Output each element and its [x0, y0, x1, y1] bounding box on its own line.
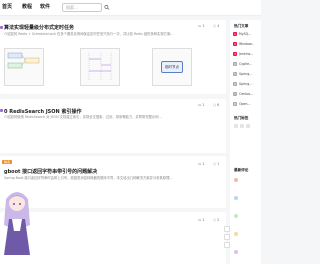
like-value: 1: [217, 162, 220, 166]
tag-chip[interactable]: [234, 124, 238, 128]
comment-count: ▭ 1: [198, 162, 205, 166]
diagram-node-label: 临时节点: [161, 61, 183, 73]
rank-badge: 3: [233, 52, 237, 56]
hot-post-item[interactable]: 4 Cyphe...: [233, 62, 252, 66]
comment-value: 1: [202, 24, 205, 28]
hot-post-item[interactable]: 3 Jenkins...: [233, 52, 253, 56]
like-value: 6: [217, 103, 220, 107]
hot-post-label: MySQ...: [239, 32, 252, 36]
share-button[interactable]: [224, 226, 230, 232]
post-summary: Spring Boot 接口返回字符串时会带上引号，原因是消息转换器的顺序不同，…: [4, 176, 173, 180]
rank-badge: 5: [233, 72, 237, 76]
hot-post-label: Centos...: [239, 92, 254, 96]
rank-badge: 6: [233, 82, 237, 86]
post-summary: 介绍如何 Redis + SchedulerLock 在多个服务实例间保证定时任…: [4, 32, 174, 36]
comment-count: ▭ 1: [198, 103, 205, 107]
post-title[interactable]: gboot 接口返回字符串带引号的问题解决: [4, 168, 97, 175]
hot-post-label: Open...: [239, 102, 251, 106]
hot-post-item[interactable]: 2 Window...: [233, 42, 254, 46]
post-tag: [0, 26, 3, 29]
comment-value: 1: [202, 218, 205, 222]
avatar: [234, 178, 238, 182]
rank-badge: 7: [233, 92, 237, 96]
like-value: 4: [217, 24, 220, 28]
like-value: 2: [217, 218, 220, 222]
nav-software[interactable]: 软件: [40, 3, 50, 10]
top-navigation: 首页 教程 软件 搜索...: [0, 0, 261, 16]
avatar: [234, 250, 238, 254]
search-placeholder: 搜索...: [66, 5, 78, 10]
like-count: ○ 2: [213, 218, 219, 222]
avatar: [234, 214, 238, 218]
hot-post-label: Spring...: [239, 82, 253, 86]
comment-count: ▭ 1: [198, 24, 205, 28]
hot-post-label: Cyphe...: [239, 62, 253, 66]
post-summary: 介绍如何使用 RedisSearch 对 JSON 文档建立索引，实现全文搜索、…: [4, 115, 162, 119]
sequence-diagram: [88, 53, 112, 81]
rank-badge: 1: [233, 32, 237, 36]
hot-post-label: Spring...: [239, 72, 253, 76]
rank-badge: 8: [233, 102, 237, 106]
comment-value: 1: [202, 162, 205, 166]
diagram-thumbnail: [4, 48, 44, 86]
rank-badge: 2: [233, 42, 237, 46]
flow-diagram: [7, 52, 40, 69]
nav-tutorials[interactable]: 教程: [22, 3, 32, 10]
comment-value: 1: [202, 103, 205, 107]
post-card[interactable]: 0 RedisSearch JSON 索引操作 ▭ 1 ○ 6 介绍如何使用 R…: [0, 99, 226, 153]
hot-post-label: Jenkins...: [239, 52, 254, 56]
like-count: ○ 4: [213, 24, 219, 28]
search-input[interactable]: 搜索...: [62, 3, 102, 12]
hot-post-item[interactable]: 6 Spring...: [233, 82, 252, 86]
hot-post-item[interactable]: 8 Open...: [233, 102, 251, 106]
search-icon[interactable]: [104, 3, 110, 12]
avatar: [234, 196, 238, 200]
sidebar: 热门文章 1 MySQ... 2 Window... 3 Jenkins... 4 Cy…: [230, 20, 261, 264]
sequence-thumbnail: [80, 48, 120, 86]
post-title[interactable]: 算法实现轻量级分布式定时任务: [4, 24, 74, 31]
post-title[interactable]: 0 RedisSearch JSON 索引操作: [4, 108, 81, 115]
node-thumbnail: 临时节点: [152, 48, 192, 86]
hot-post-item[interactable]: 5 Spring...: [233, 72, 252, 76]
like-count: ○ 1: [213, 162, 219, 166]
avatar: [234, 232, 238, 236]
post-card[interactable]: 算法实现轻量级分布式定时任务 ▭ 1 ○ 4 介绍如何 Redis + Sche…: [0, 20, 226, 94]
like-count: ○ 6: [213, 103, 219, 107]
tag-chip[interactable]: [240, 124, 244, 128]
mascot-illustration: [4, 192, 30, 255]
sidebar-heading-tags: 热门标签: [234, 116, 249, 120]
comment-count: ▭ 1: [198, 218, 205, 222]
nav-home[interactable]: 首页: [2, 3, 12, 10]
hot-post-label: Window...: [239, 42, 255, 46]
rank-badge: 4: [233, 62, 237, 66]
post-tag: [0, 109, 3, 112]
featured-badge: 精选: [2, 160, 13, 164]
tag-chip[interactable]: [246, 124, 250, 128]
hot-post-item[interactable]: 7 Centos...: [233, 92, 253, 96]
sidebar-heading-hot: 热门文章: [234, 24, 249, 28]
hot-post-item[interactable]: 1 MySQ...: [233, 32, 251, 36]
back-to-top-button[interactable]: [224, 242, 230, 248]
qrcode-button[interactable]: [224, 234, 230, 240]
sidebar-heading-comments: 最新评论: [234, 168, 249, 172]
